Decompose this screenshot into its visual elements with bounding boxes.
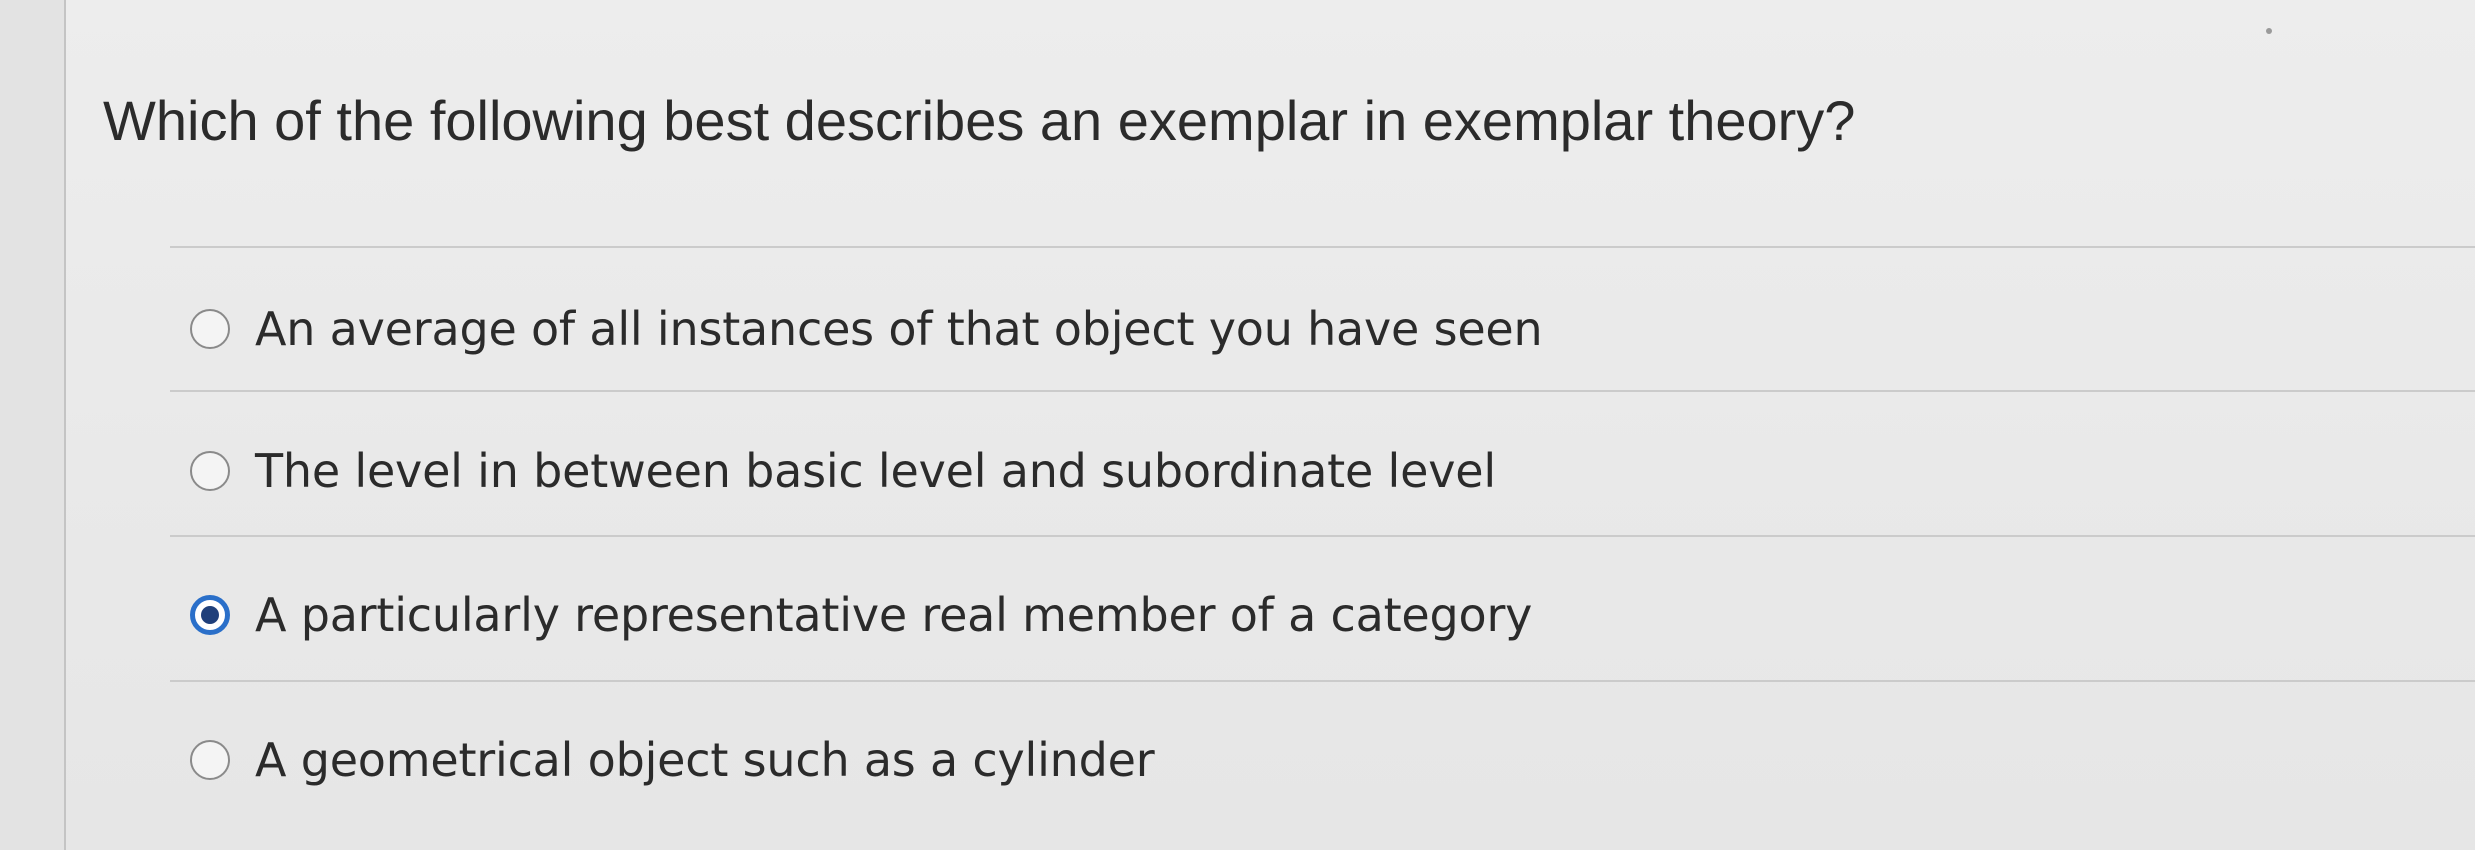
answer-option-4-label: A geometrical object such as a cylinder <box>255 733 1155 787</box>
question-text: Which of the following best describes an… <box>103 89 1856 152</box>
screen-speck <box>2266 28 2272 34</box>
divider <box>170 535 2475 537</box>
answer-option-3-label: A particularly representative real membe… <box>255 588 1533 642</box>
answer-option-2-label: The level in between basic level and sub… <box>255 444 1496 498</box>
answer-option-2[interactable]: The level in between basic level and sub… <box>190 436 1496 506</box>
radio-button-3-selected[interactable] <box>190 595 230 635</box>
divider <box>170 390 2475 392</box>
radio-button-1[interactable] <box>190 309 230 349</box>
answer-option-1-label: An average of all instances of that obje… <box>255 302 1543 356</box>
divider <box>170 680 2475 682</box>
divider <box>170 246 2475 248</box>
radio-dot <box>201 606 219 624</box>
answer-option-4[interactable]: A geometrical object such as a cylinder <box>190 725 1155 795</box>
left-gutter <box>0 0 66 850</box>
answer-option-1[interactable]: An average of all instances of that obje… <box>190 294 1543 364</box>
answer-option-3[interactable]: A particularly representative real membe… <box>190 580 1532 650</box>
radio-button-2[interactable] <box>190 451 230 491</box>
radio-button-4[interactable] <box>190 740 230 780</box>
